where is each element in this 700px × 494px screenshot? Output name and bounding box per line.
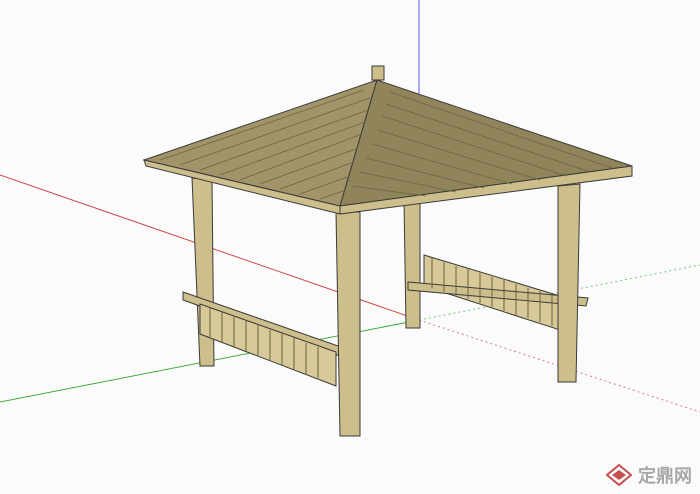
watermark-text: 定鼎网 — [638, 466, 692, 487]
model-canvas[interactable] — [0, 0, 700, 494]
post-back-right — [403, 199, 421, 329]
roof-finial — [371, 65, 385, 81]
watermark: 定鼎网 — [606, 462, 692, 488]
post-front-right — [557, 183, 581, 383]
post-front-center — [335, 211, 361, 437]
sketchup-viewport[interactable]: 定鼎网 — [0, 0, 700, 494]
dingding-logo-icon — [606, 464, 632, 486]
